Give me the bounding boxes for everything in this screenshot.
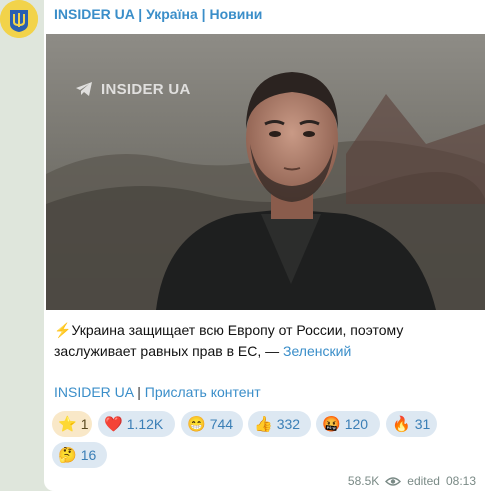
heart-icon: ❤️ bbox=[104, 415, 123, 433]
trident-icon bbox=[0, 0, 38, 38]
post-text: ⚡Украина защищает всю Европу от России, … bbox=[54, 320, 474, 362]
channel-title[interactable]: INSIDER UA | Україна | Новини bbox=[54, 6, 262, 22]
view-count: 58.5K bbox=[347, 474, 380, 488]
reaction-count: 1.12K bbox=[126, 416, 164, 432]
eye-icon bbox=[385, 476, 402, 486]
thinking-face-icon: 🤔 bbox=[58, 446, 77, 464]
reaction-count: 16 bbox=[80, 447, 97, 463]
reaction-thumbs-up[interactable]: 👍 332 bbox=[248, 411, 311, 437]
message-time: 08:13 bbox=[445, 474, 476, 488]
grin-icon: 😁 bbox=[187, 415, 206, 433]
bolt-icon: ⚡ bbox=[54, 322, 72, 338]
reaction-count: 332 bbox=[276, 416, 301, 432]
reaction-fire[interactable]: 🔥 31 bbox=[386, 411, 437, 437]
channel-avatar[interactable] bbox=[0, 0, 38, 38]
message-bubble: INSIDER UA | Україна | Новини INSIDER UA… bbox=[44, 0, 488, 491]
reaction-heart[interactable]: ❤️ 1.12K bbox=[98, 411, 175, 437]
reaction-thinking[interactable]: 🤔 16 bbox=[52, 442, 107, 468]
telegram-icon bbox=[76, 82, 92, 96]
edited-label: edited bbox=[407, 474, 440, 488]
reaction-count: 31 bbox=[414, 416, 431, 432]
channel-link[interactable]: INSIDER UA bbox=[54, 384, 133, 400]
photo-watermark: INSIDER UA bbox=[101, 81, 191, 98]
reaction-count: 744 bbox=[209, 416, 234, 432]
message-meta: 58.5K edited 08:13 bbox=[348, 474, 476, 488]
fire-icon: 🔥 bbox=[392, 415, 411, 433]
post-footer: INSIDER UA | Прислать контент bbox=[54, 384, 261, 400]
angry-face-icon: 🤬 bbox=[322, 415, 341, 433]
footer-separator: | bbox=[133, 384, 145, 400]
reaction-count: 120 bbox=[344, 416, 369, 432]
reaction-angry[interactable]: 🤬 120 bbox=[316, 411, 380, 437]
reaction-grin[interactable]: 😁 744 bbox=[181, 411, 243, 437]
submit-content-link[interactable]: Прислать контент bbox=[145, 384, 261, 400]
thumbs-up-icon: 👍 bbox=[254, 415, 273, 433]
quote-link[interactable]: Зеленский bbox=[283, 343, 351, 359]
star-icon: ⭐ bbox=[58, 415, 77, 433]
reaction-count: 1 bbox=[80, 416, 89, 432]
post-photo[interactable]: INSIDER UA bbox=[46, 34, 485, 310]
reaction-star[interactable]: ⭐ 1 bbox=[52, 411, 92, 437]
